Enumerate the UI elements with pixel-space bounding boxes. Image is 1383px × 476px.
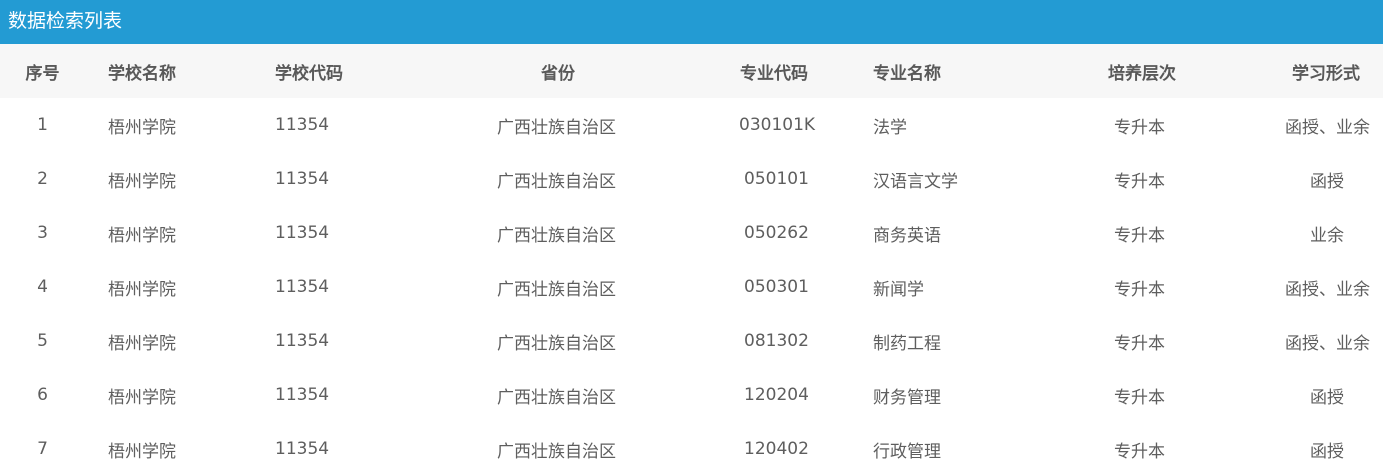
cell-school-code: 11354: [275, 223, 330, 243]
cell-province: 广西壮族自治区: [497, 225, 616, 246]
cell-school-name: 梧州学院: [108, 117, 176, 138]
table-row: 6 梧州学院 11354 广西壮族自治区 120204 财务管理 专升本 函授: [0, 368, 1383, 422]
cell-major-name: 汉语言文学: [873, 171, 958, 192]
cell-major-code: 050301: [744, 277, 809, 297]
cell-study-form: 函授: [1310, 171, 1344, 192]
cell-major-name: 制药工程: [873, 333, 941, 354]
column-header-index: 序号: [25, 63, 60, 84]
column-header-school-code: 学校代码: [275, 63, 343, 84]
cell-school-code: 11354: [275, 277, 330, 297]
cell-study-form: 函授、业余: [1285, 333, 1370, 354]
panel-title: 数据检索列表: [0, 0, 1383, 44]
cell-index: 4: [37, 277, 48, 297]
cell-major-code: 081302: [744, 331, 809, 351]
cell-training-level: 专升本: [1114, 333, 1165, 354]
cell-school-code: 11354: [275, 439, 330, 459]
cell-major-name: 新闻学: [873, 279, 924, 300]
table-row: 2 梧州学院 11354 广西壮族自治区 050101 汉语言文学 专升本 函授: [0, 152, 1383, 206]
cell-major-code: 120402: [744, 439, 809, 459]
cell-school-name: 梧州学院: [108, 225, 176, 246]
data-search-panel: 数据检索列表 序号 学校名称 学校代码 省份 专业代码 专业名称 培养层次 学习…: [0, 0, 1383, 476]
cell-province: 广西壮族自治区: [497, 333, 616, 354]
cell-training-level: 专升本: [1114, 117, 1165, 138]
cell-major-name: 商务英语: [873, 225, 941, 246]
cell-province: 广西壮族自治区: [497, 279, 616, 300]
cell-study-form: 函授、业余: [1285, 117, 1370, 138]
cell-school-name: 梧州学院: [108, 333, 176, 354]
cell-province: 广西壮族自治区: [497, 117, 616, 138]
cell-study-form: 函授: [1310, 387, 1344, 408]
cell-study-form: 函授、业余: [1285, 279, 1370, 300]
column-header-major-code: 专业代码: [740, 63, 808, 84]
cell-school-name: 梧州学院: [108, 279, 176, 300]
cell-school-code: 11354: [275, 169, 330, 189]
cell-school-name: 梧州学院: [108, 387, 176, 408]
cell-major-code: 030101K: [739, 115, 816, 135]
cell-school-code: 11354: [275, 331, 330, 351]
cell-training-level: 专升本: [1114, 441, 1165, 462]
cell-school-code: 11354: [275, 385, 330, 405]
cell-index: 5: [37, 331, 48, 351]
column-header-major-name: 专业名称: [873, 63, 941, 84]
cell-training-level: 专升本: [1114, 387, 1165, 408]
cell-major-name: 行政管理: [873, 441, 941, 462]
cell-school-name: 梧州学院: [108, 441, 176, 462]
cell-major-code: 050101: [744, 169, 809, 189]
cell-school-name: 梧州学院: [108, 171, 176, 192]
column-header-province: 省份: [541, 63, 575, 84]
cell-province: 广西壮族自治区: [497, 387, 616, 408]
cell-study-form: 业余: [1310, 225, 1344, 246]
table-row: 7 梧州学院 11354 广西壮族自治区 120402 行政管理 专升本 函授: [0, 422, 1383, 476]
table-row: 3 梧州学院 11354 广西壮族自治区 050262 商务英语 专升本 业余: [0, 206, 1383, 260]
cell-major-name: 法学: [873, 117, 907, 138]
cell-index: 3: [37, 223, 48, 243]
cell-province: 广西壮族自治区: [497, 441, 616, 462]
cell-training-level: 专升本: [1114, 279, 1165, 300]
cell-index: 7: [37, 439, 48, 459]
cell-major-name: 财务管理: [873, 387, 941, 408]
table-row: 4 梧州学院 11354 广西壮族自治区 050301 新闻学 专升本 函授、业…: [0, 260, 1383, 314]
table-header-row: 序号 学校名称 学校代码 省份 专业代码 专业名称 培养层次 学习形式: [0, 44, 1383, 98]
cell-study-form: 函授: [1310, 441, 1344, 462]
column-header-training-level: 培养层次: [1108, 63, 1176, 84]
cell-major-code: 050262: [744, 223, 809, 243]
cell-index: 2: [37, 169, 48, 189]
table-row: 1 梧州学院 11354 广西壮族自治区 030101K 法学 专升本 函授、业…: [0, 98, 1383, 152]
cell-training-level: 专升本: [1114, 171, 1165, 192]
cell-training-level: 专升本: [1114, 225, 1165, 246]
column-header-study-form: 学习形式: [1292, 63, 1360, 84]
cell-school-code: 11354: [275, 115, 330, 135]
table-row: 5 梧州学院 11354 广西壮族自治区 081302 制药工程 专升本 函授、…: [0, 314, 1383, 368]
column-header-school-name: 学校名称: [108, 63, 176, 84]
cell-province: 广西壮族自治区: [497, 171, 616, 192]
cell-index: 6: [37, 385, 48, 405]
cell-index: 1: [37, 115, 48, 135]
cell-major-code: 120204: [744, 385, 809, 405]
results-table: 序号 学校名称 学校代码 省份 专业代码 专业名称 培养层次 学习形式 1 梧州…: [0, 44, 1383, 476]
